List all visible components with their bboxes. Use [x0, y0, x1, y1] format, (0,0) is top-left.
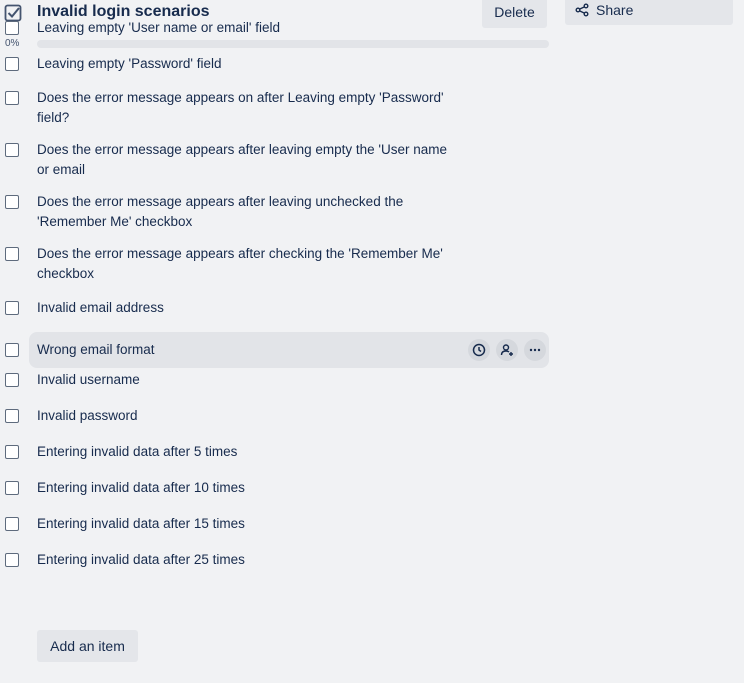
item-label[interactable]: Invalid username — [37, 370, 457, 390]
checklist-item[interactable]: Entering invalid data after 15 times — [0, 514, 560, 550]
item-checkbox[interactable] — [5, 445, 19, 459]
more-icon[interactable] — [524, 339, 546, 361]
checklist-item[interactable]: Does the error message appears after lea… — [0, 192, 560, 229]
item-label[interactable]: Leaving empty 'Password' field — [37, 54, 457, 74]
checklist-item[interactable]: Invalid username — [0, 370, 560, 406]
item-checkbox[interactable] — [5, 91, 19, 105]
checklist-item[interactable]: Invalid password — [0, 406, 560, 442]
add-member-icon[interactable] — [496, 339, 518, 361]
item-checkbox[interactable] — [5, 373, 19, 387]
item-label[interactable]: Does the error message appears after lea… — [37, 192, 457, 232]
checklist-item[interactable]: Does the error message appears after che… — [0, 244, 560, 281]
item-checkbox[interactable] — [5, 143, 19, 157]
checklist-item[interactable]: Leaving empty 'Password' field — [0, 54, 560, 90]
item-actions — [468, 339, 546, 361]
item-checkbox[interactable] — [5, 21, 19, 35]
item-label[interactable]: Leaving empty 'User name or email' field — [37, 18, 457, 38]
checklist-item[interactable]: Entering invalid data after 10 times — [0, 478, 560, 514]
share-label: Share — [596, 1, 634, 18]
item-label[interactable]: Entering invalid data after 10 times — [37, 478, 457, 498]
clock-icon[interactable] — [468, 339, 490, 361]
share-icon — [575, 3, 589, 16]
item-label[interactable]: Entering invalid data after 5 times — [37, 442, 457, 462]
item-label[interactable]: Wrong email format — [37, 340, 457, 360]
item-checkbox[interactable] — [5, 553, 19, 567]
item-label[interactable]: Invalid email address — [37, 298, 457, 318]
checklist-item[interactable]: Entering invalid data after 25 times — [0, 550, 560, 586]
item-checkbox[interactable] — [5, 301, 19, 315]
add-item-button[interactable]: Add an item — [37, 630, 138, 662]
checklist-item[interactable]: Does the error message appears on after … — [0, 88, 560, 125]
item-checkbox[interactable] — [5, 247, 19, 261]
item-label[interactable]: Does the error message appears after che… — [37, 244, 457, 284]
checklist-item[interactable]: Wrong email format — [0, 332, 560, 370]
item-checkbox[interactable] — [5, 481, 19, 495]
checklist-item[interactable]: Leaving empty 'User name or email' field — [0, 18, 560, 54]
item-checkbox[interactable] — [5, 517, 19, 531]
item-label[interactable]: Invalid password — [37, 406, 457, 426]
item-label[interactable]: Entering invalid data after 15 times — [37, 514, 457, 534]
checklist-item[interactable]: Invalid email address — [0, 298, 560, 334]
item-checkbox[interactable] — [5, 195, 19, 209]
checklist-item[interactable]: Entering invalid data after 5 times — [0, 442, 560, 478]
item-checkbox[interactable] — [5, 409, 19, 423]
item-label[interactable]: Does the error message appears on after … — [37, 88, 457, 128]
item-label[interactable]: Entering invalid data after 25 times — [37, 550, 457, 570]
item-label[interactable]: Does the error message appears after lea… — [37, 140, 457, 180]
item-checkbox[interactable] — [5, 57, 19, 71]
share-button[interactable]: Share — [565, 0, 733, 25]
checklist-item[interactable]: Does the error message appears after lea… — [0, 140, 560, 177]
item-checkbox[interactable] — [5, 343, 19, 357]
